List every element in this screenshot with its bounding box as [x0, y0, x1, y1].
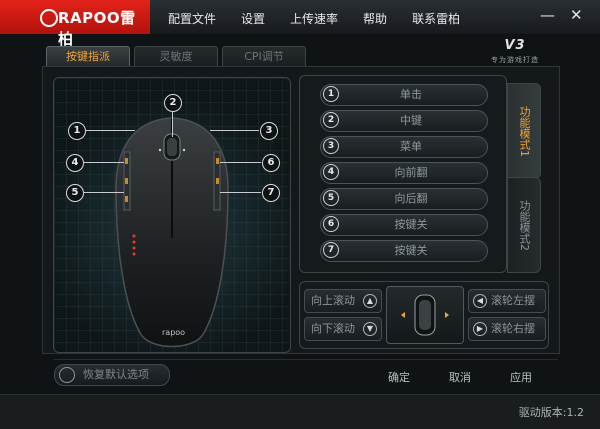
function-number-badge: 7 — [323, 242, 339, 258]
callout-2-leader — [172, 111, 173, 137]
function-row-2[interactable]: 2 中键 — [320, 110, 488, 132]
function-row-1[interactable]: 1 单击 — [320, 84, 488, 106]
arrow-right-icon: ▶ — [473, 322, 487, 336]
tab-bar: 按键指派 灵敏度 CPI调节 — [46, 46, 310, 67]
function-number-badge: 3 — [323, 138, 339, 154]
footer-bar: 驱动版本:1.2 — [0, 394, 600, 429]
callout-4: 4 — [66, 154, 84, 172]
v3-tagline: 专为游戏打造 — [491, 56, 539, 64]
tilt-right-button[interactable]: ▶ 滚轮右摆 — [468, 317, 546, 341]
tilt-left-button[interactable]: ◀ 滚轮左摆 — [468, 289, 546, 313]
reset-icon — [59, 367, 75, 383]
ok-button[interactable]: 确定 — [388, 369, 410, 385]
tab-sensitivity[interactable]: 灵敏度 — [134, 46, 218, 67]
function-number-badge: 2 — [323, 112, 339, 128]
arrow-down-icon: ▼ — [363, 322, 377, 336]
callout-3-leader — [210, 130, 259, 131]
function-number-badge: 1 — [323, 86, 339, 102]
cancel-button[interactable]: 取消 — [449, 369, 471, 385]
function-row-5[interactable]: 5 向后翻 — [320, 188, 488, 210]
callout-2: 2 — [164, 94, 182, 112]
menu-item-settings[interactable]: 设置 — [241, 10, 265, 27]
title-bar: RAPOO雷柏 配置文件 设置 上传速率 帮助 联系雷柏 — ✕ — [0, 0, 600, 48]
function-list-panel: 1 单击 2 中键 3 菜单 4 向前翻 5 向后翻 6 按键关 7 按键关 — [299, 75, 507, 273]
arrow-left-icon: ◀ — [473, 294, 487, 308]
scroll-config-panel: 向上滚动 ▲ 向下滚动 ▼ ◀ 滚轮左摆 ▶ 滚轮右摆 — [299, 281, 549, 349]
function-number-badge: 5 — [323, 190, 339, 206]
wheel-preview — [386, 286, 464, 344]
function-number-badge: 6 — [323, 216, 339, 232]
callout-3: 3 — [260, 122, 278, 140]
wheel-illustration — [401, 294, 449, 336]
function-label: 菜单 — [400, 140, 422, 153]
tab-cpi[interactable]: CPI调节 — [222, 46, 306, 67]
function-label: 按键关 — [394, 244, 428, 257]
reset-defaults-label: 恢复默认选项 — [83, 368, 149, 381]
menu-item-profile[interactable]: 配置文件 — [168, 10, 216, 27]
mode-tab-1[interactable]: 功能模式1 — [507, 83, 541, 179]
scroll-up-button[interactable]: 向上滚动 ▲ — [304, 289, 382, 313]
logo-text: RAPOO雷柏 — [58, 9, 136, 48]
function-label: 向前翻 — [394, 166, 428, 179]
arrow-up-icon: ▲ — [363, 294, 377, 308]
v3-brand-badge: V3 专为游戏打造 — [484, 38, 546, 66]
function-label: 按键关 — [394, 218, 428, 231]
callout-6-leader — [220, 162, 261, 163]
function-row-7[interactable]: 7 按键关 — [320, 240, 488, 262]
scroll-up-label: 向上滚动 — [311, 294, 355, 307]
function-row-6[interactable]: 6 按键关 — [320, 214, 488, 236]
function-row-4[interactable]: 4 向前翻 — [320, 162, 488, 184]
function-label: 中键 — [400, 114, 422, 127]
function-label: 向后翻 — [394, 192, 428, 205]
tab-button-assign[interactable]: 按键指派 — [46, 46, 130, 67]
driver-version: 驱动版本:1.2 — [518, 406, 584, 419]
tilt-left-label: 滚轮左摆 — [491, 294, 535, 307]
scroll-down-button[interactable]: 向下滚动 ▼ — [304, 317, 382, 341]
callout-1-leader — [85, 130, 135, 131]
logo-mark-icon — [40, 9, 58, 27]
callout-4-leader — [83, 162, 124, 163]
scroll-down-label: 向下滚动 — [311, 322, 355, 335]
reset-defaults-button[interactable]: 恢复默认选项 — [54, 364, 170, 386]
rapoo-logo: RAPOO雷柏 — [0, 0, 150, 48]
function-row-3[interactable]: 3 菜单 — [320, 136, 488, 158]
callout-7: 7 — [262, 184, 280, 202]
apply-button[interactable]: 应用 — [510, 369, 532, 385]
menu-item-report-rate[interactable]: 上传速率 — [290, 10, 338, 27]
function-label: 单击 — [400, 88, 422, 101]
callout-5: 5 — [66, 184, 84, 202]
callout-1: 1 — [68, 122, 86, 140]
mouse-logo: rapoo — [162, 328, 186, 337]
mode-tab-2[interactable]: 功能模式2 — [507, 177, 541, 273]
menu-item-contact[interactable]: 联系雷柏 — [412, 10, 460, 27]
menu-item-help[interactable]: 帮助 — [363, 10, 387, 27]
menu-bar: 配置文件 设置 上传速率 帮助 联系雷柏 — [168, 10, 485, 27]
mouse-diagram: rapoo 1 2 3 4 6 5 7 — [53, 77, 291, 353]
v3-logo: V3 — [504, 38, 526, 53]
main-panel: rapoo 1 2 3 4 6 5 7 1 单击 2 中键 3 菜单 4 向前翻… — [42, 66, 560, 354]
tilt-right-label: 滚轮右摆 — [491, 322, 535, 335]
divider — [54, 359, 558, 360]
callout-5-leader — [83, 192, 124, 193]
close-icon[interactable]: ✕ — [570, 6, 583, 24]
callout-7-leader — [220, 192, 261, 193]
callout-6: 6 — [262, 154, 280, 172]
driver-window: RAPOO雷柏 配置文件 设置 上传速率 帮助 联系雷柏 — ✕ 按键指派 灵敏… — [0, 0, 600, 429]
minimize-icon[interactable]: — — [540, 6, 555, 24]
function-number-badge: 4 — [323, 164, 339, 180]
